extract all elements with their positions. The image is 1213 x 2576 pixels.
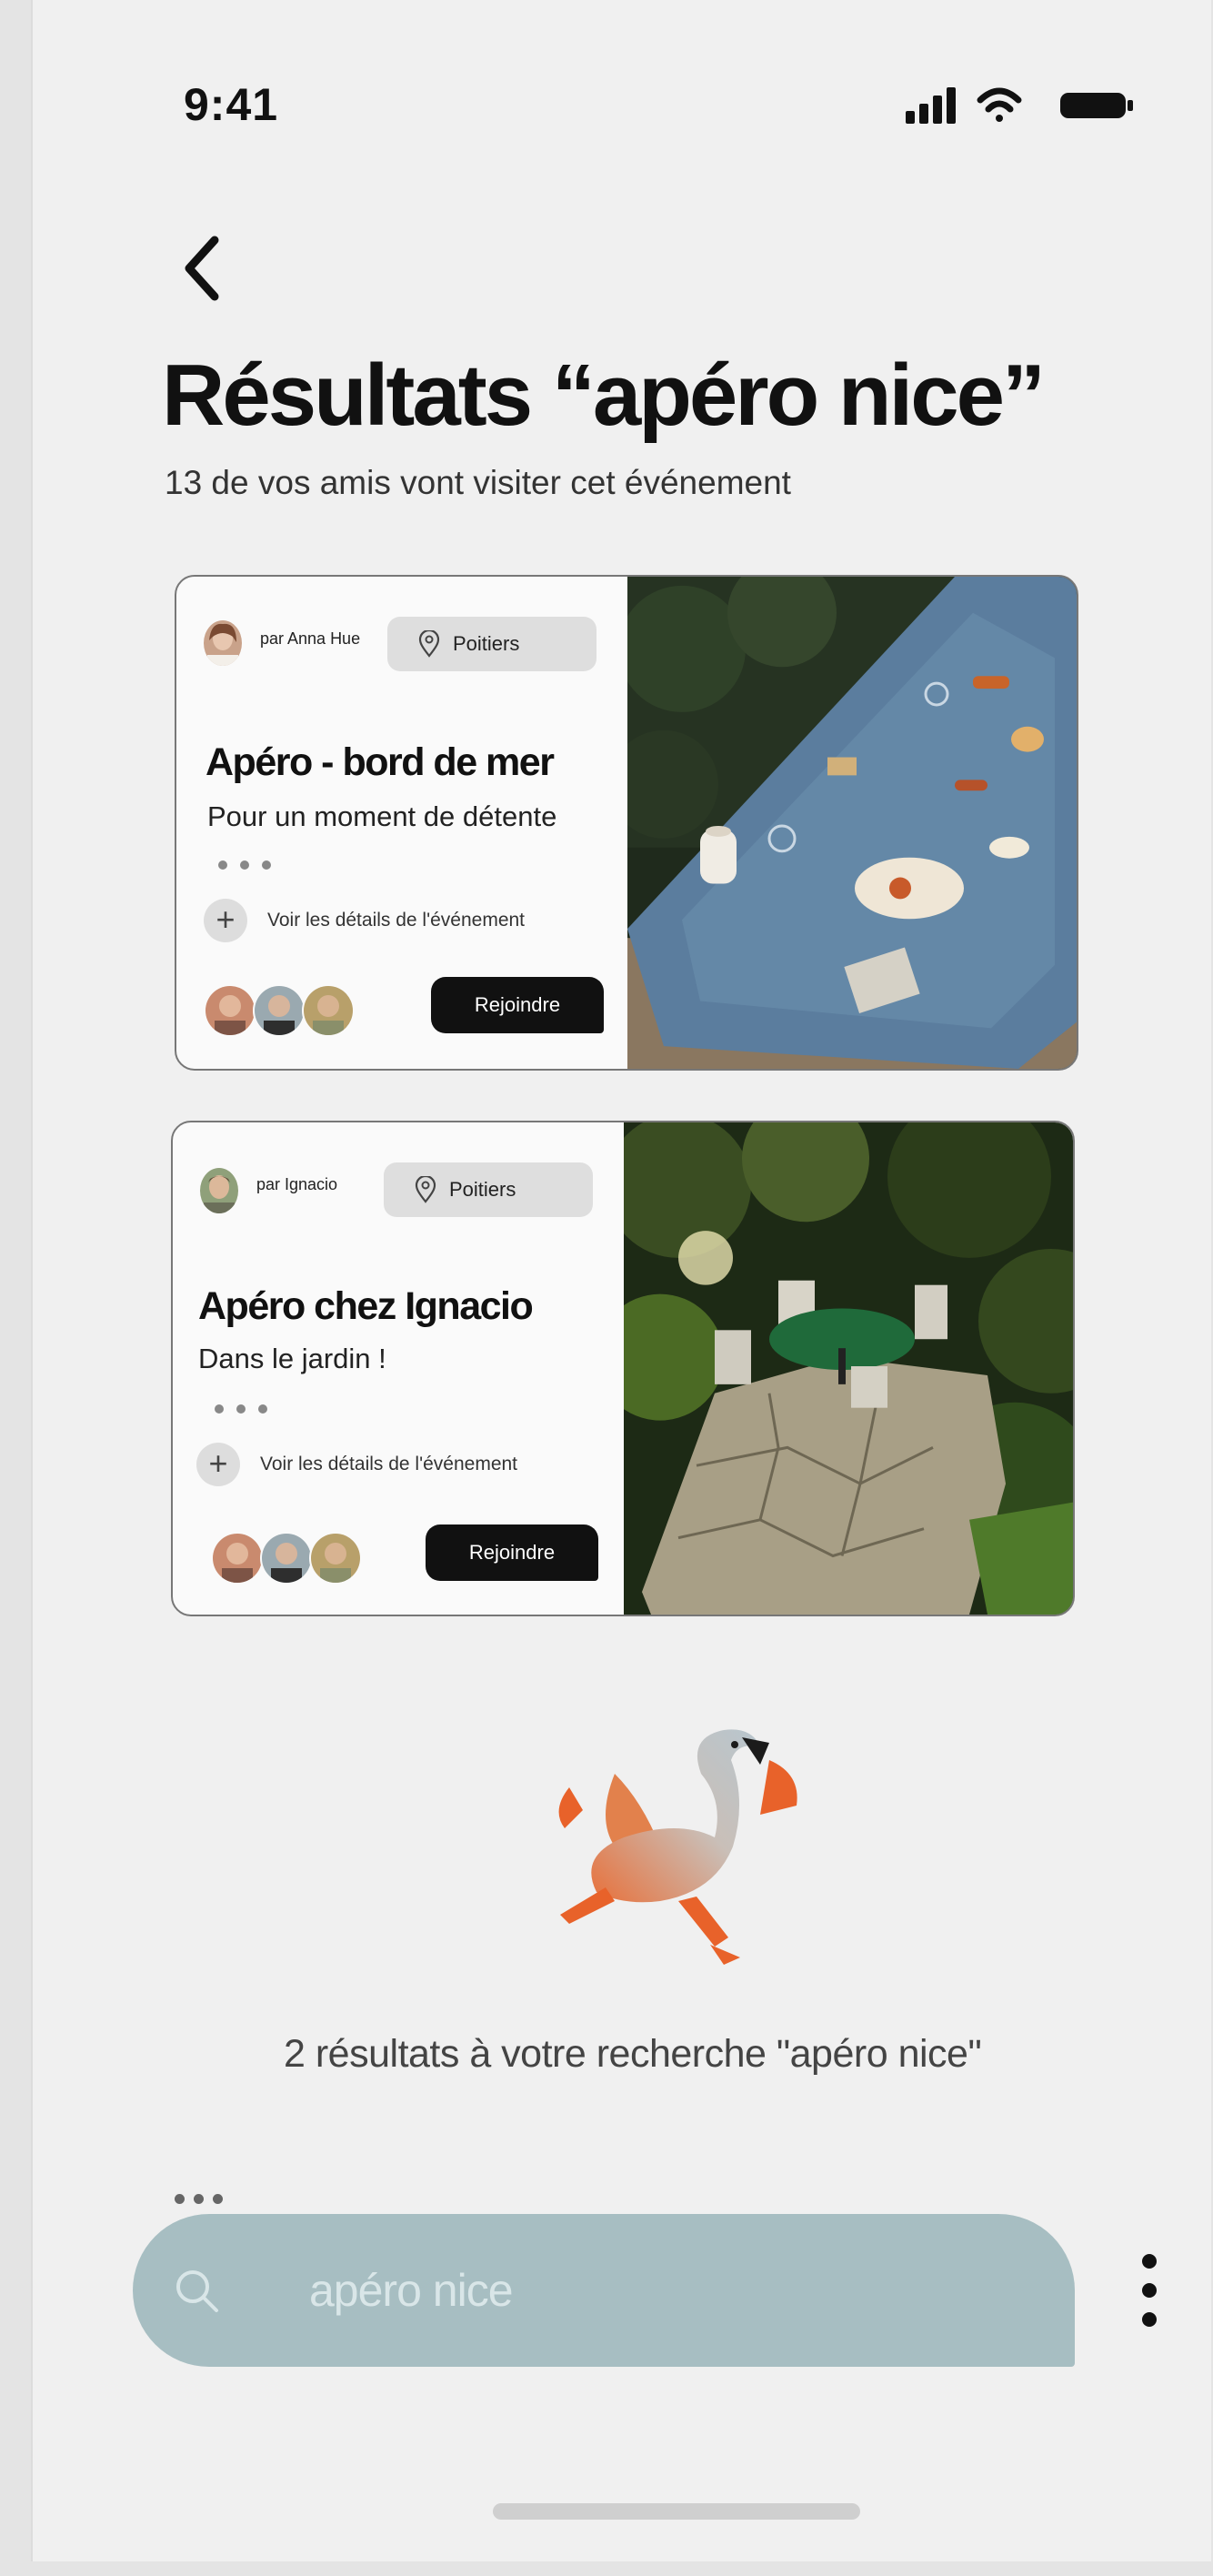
avatar xyxy=(204,984,256,1037)
event-card-info: par Anna Hue Poitiers Apéro - bord de me… xyxy=(176,577,627,1069)
host-avatar xyxy=(200,1168,238,1213)
event-details-label: Voir les détails de l'événement xyxy=(260,1454,518,1474)
status-time: 9:41 xyxy=(184,79,279,130)
avatar xyxy=(211,1532,264,1585)
search-icon xyxy=(176,2270,218,2312)
location-label: Poitiers xyxy=(449,1178,516,1201)
host-avatar xyxy=(204,620,242,666)
search-input[interactable] xyxy=(307,2263,947,2318)
avatar xyxy=(309,1532,362,1585)
avatar xyxy=(260,1532,313,1585)
dots-icon xyxy=(215,1404,267,1414)
event-details-link[interactable]: + Voir les détails de l'événement xyxy=(204,899,525,942)
join-button[interactable]: Rejoindre xyxy=(431,977,604,1033)
battery-icon xyxy=(1060,93,1133,118)
event-card[interactable]: par Anna Hue Poitiers Apéro - bord de me… xyxy=(175,575,1078,1071)
wifi-icon xyxy=(977,87,1022,122)
back-button[interactable] xyxy=(169,218,242,309)
result-count: 2 résultats à votre recherche "apéro nic… xyxy=(284,2032,982,2076)
host-name: par Anna Hue xyxy=(260,629,361,648)
status-icons xyxy=(906,87,1133,124)
home-indicator xyxy=(493,2503,860,2520)
page-title: Résultats “apéro nice” xyxy=(162,347,1046,444)
location-pin-icon xyxy=(415,1176,436,1203)
flamingo-mascot-illustration xyxy=(558,1729,797,1965)
friends-avatars xyxy=(204,984,355,1037)
search-bar[interactable] xyxy=(133,2214,1075,2367)
avatar xyxy=(253,984,306,1037)
event-card-info: par Ignacio Poitiers Apéro chez Ignacio … xyxy=(173,1122,624,1615)
location-tag[interactable]: Poitiers xyxy=(387,617,596,671)
location-pin-icon xyxy=(418,630,440,658)
event-title: Apéro chez Ignacio xyxy=(198,1284,534,1328)
event-photo xyxy=(624,1122,1073,1615)
join-button[interactable]: Rejoindre xyxy=(426,1524,598,1581)
event-details-link[interactable]: + Voir les détails de l'événement xyxy=(196,1443,517,1486)
event-description: Dans le jardin ! xyxy=(198,1343,386,1374)
location-label: Poitiers xyxy=(453,632,520,655)
page-subtitle: 13 de vos amis vont visiter cet événemen… xyxy=(165,464,791,501)
vertical-dots-icon xyxy=(1142,2254,1157,2269)
event-title: Apéro - bord de mer xyxy=(206,740,555,784)
event-photo xyxy=(627,577,1077,1069)
event-card[interactable]: par Ignacio Poitiers Apéro chez Ignacio … xyxy=(171,1121,1075,1616)
plus-icon: + xyxy=(196,1443,240,1486)
dots-icon xyxy=(218,860,271,870)
dots-icon xyxy=(175,2194,223,2204)
friends-avatars xyxy=(211,1532,362,1585)
host-name: par Ignacio xyxy=(256,1175,338,1193)
more-options-button[interactable] xyxy=(1133,2254,1166,2327)
event-details-label: Voir les détails de l'événement xyxy=(267,910,526,931)
chevron-left-icon xyxy=(185,236,219,301)
event-description: Pour un moment de détente xyxy=(207,800,557,832)
phone-screen: 9:41 Résultats “apéro nice” 13 de vos am… xyxy=(31,0,1211,2561)
location-tag[interactable]: Poitiers xyxy=(384,1162,593,1217)
avatar xyxy=(302,984,355,1037)
plus-icon: + xyxy=(204,899,247,942)
signal-icon xyxy=(906,87,956,124)
